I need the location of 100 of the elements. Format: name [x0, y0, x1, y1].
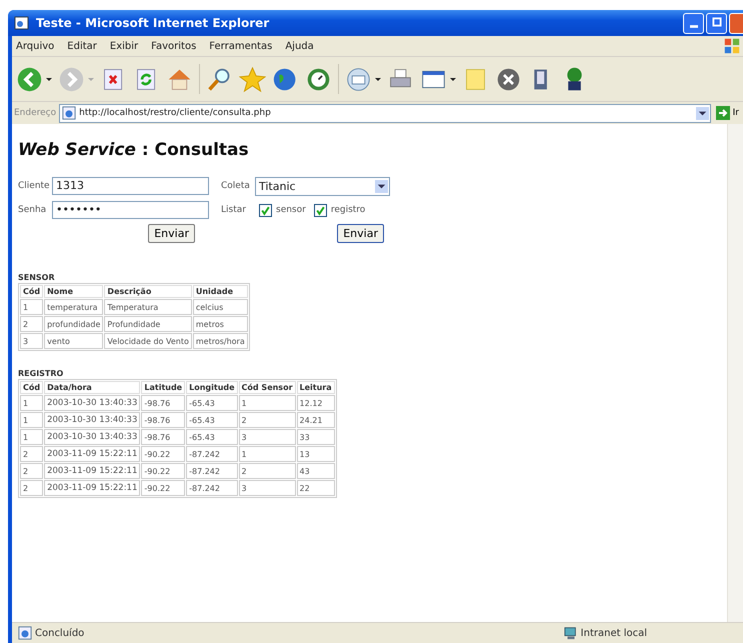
table-cell: 1: [20, 429, 44, 445]
table-cell: metros: [192, 316, 248, 332]
circle-x-icon[interactable]: [495, 66, 522, 92]
maximize-button[interactable]: [706, 12, 727, 34]
table-cell: -87.242: [186, 480, 238, 496]
table-cell: 22: [296, 480, 335, 496]
star-icon[interactable]: [239, 66, 266, 92]
table-cell: -98.76: [141, 412, 186, 428]
table-cell: 2: [20, 480, 44, 496]
table-cell: -65.43: [186, 429, 238, 445]
submit-button[interactable]: Enviar: [337, 224, 384, 243]
table-cell: Temperatura: [104, 299, 192, 315]
column-header: Descrição: [104, 285, 192, 298]
table-cell: 43: [296, 463, 335, 479]
checkbox[interactable]: [259, 204, 272, 216]
table-cell: 1: [238, 395, 296, 411]
table-cell: 2: [20, 463, 44, 479]
table-cell: 12.12: [296, 395, 335, 411]
table-cell: 33: [296, 429, 335, 445]
field-label: Cliente: [18, 181, 48, 191]
menu-item[interactable]: Ajuda: [285, 40, 314, 52]
table-cell: 2: [20, 316, 44, 332]
table-cell: Velocidade do Vento: [104, 333, 192, 349]
menu-item[interactable]: Exibir: [110, 40, 138, 52]
table-cell: 2: [238, 412, 296, 428]
column-header: Data/hora: [44, 381, 140, 394]
table-cell: -98.76: [141, 429, 186, 445]
menu-item[interactable]: Favoritos: [151, 40, 196, 52]
select-field[interactable]: Titanic: [255, 176, 390, 196]
checkbox-label: registro: [330, 205, 366, 215]
table-cell: 2: [20, 446, 44, 462]
column-header: Unidade: [192, 285, 248, 298]
column-header: Latitude: [141, 381, 186, 394]
menu-item[interactable]: Ferramentas: [209, 40, 272, 52]
table-cell: 2003-11-09 15:22:11: [44, 463, 140, 479]
input-field[interactable]: 1313: [52, 177, 209, 195]
table-cell: 3: [20, 333, 44, 349]
table-cell: metros/hora: [192, 333, 248, 349]
column-header: Nome: [44, 285, 104, 298]
window-title: Teste - Microsoft Internet Explorer: [36, 16, 270, 30]
table-cell: -98.76: [141, 395, 186, 411]
submit-button[interactable]: Enviar: [148, 224, 195, 243]
table-cell: 1: [20, 299, 44, 315]
table-cell: -87.242: [186, 446, 238, 462]
table-cell: Profundidade: [104, 316, 192, 332]
table-title: REGISTRO: [18, 369, 64, 378]
table-cell: 3: [238, 429, 296, 445]
table-cell: 2: [238, 463, 296, 479]
table-cell: -65.43: [186, 412, 238, 428]
table-cell: vento: [44, 333, 104, 349]
table-cell: 24.21: [296, 412, 335, 428]
address-label: Endereço: [14, 108, 56, 118]
table-cell: temperatura: [44, 299, 104, 315]
field-label: Senha: [18, 205, 48, 215]
page-icon: [62, 106, 76, 120]
checkbox-label: sensor: [276, 205, 306, 215]
table-cell: 2003-10-30 13:40:33: [44, 429, 140, 445]
field-label: Listar: [221, 205, 247, 215]
table-cell: -90.22: [141, 463, 186, 479]
menu-item[interactable]: Editar: [67, 40, 97, 52]
close-button[interactable]: [729, 12, 743, 34]
table-cell: 2003-10-30 13:40:33: [44, 412, 140, 428]
page-icon: [14, 15, 30, 31]
page-icon: [18, 626, 32, 640]
column-header: Leitura: [296, 381, 335, 394]
table-cell: 1: [20, 395, 44, 411]
scrollbar[interactable]: [727, 124, 743, 622]
table-cell: 13: [296, 446, 335, 462]
clock-icon[interactable]: [305, 66, 332, 92]
table-cell: profundidade: [44, 316, 104, 332]
table-cell: 2003-10-30 13:40:33: [44, 395, 140, 411]
minimize-button[interactable]: [683, 12, 704, 34]
table-cell: -87.242: [186, 463, 238, 479]
address-field[interactable]: http://localhost/restro/cliente/consulta.php: [59, 104, 711, 122]
zone-text: Intranet local: [580, 628, 647, 638]
checkbox[interactable]: [314, 204, 327, 216]
maximize-icon: [710, 16, 722, 28]
dropdown-arrow-icon[interactable]: [46, 76, 52, 82]
computer-icon: [564, 626, 578, 640]
table-cell: 3: [238, 480, 296, 496]
table-cell: 1: [20, 412, 44, 428]
table-cell: celcius: [192, 299, 248, 315]
dropdown-arrow-icon[interactable]: [375, 76, 381, 82]
column-header: Cód: [20, 381, 44, 394]
field-label: Coleta: [221, 181, 251, 191]
column-header: Cód Sensor: [238, 381, 296, 394]
table-cell: -90.22: [141, 446, 186, 462]
table-cell: -90.22: [141, 480, 186, 496]
minimize-icon: [690, 24, 698, 28]
windows-logo-icon: [723, 37, 741, 55]
status-text: Concluído: [35, 628, 84, 638]
column-header: Longitude: [186, 381, 238, 394]
input-field[interactable]: •••••••: [52, 201, 209, 219]
table-title: SENSOR: [18, 273, 56, 282]
table-cell: 1: [238, 446, 296, 462]
page-heading: Web Service : Consultas: [18, 140, 250, 160]
dropdown-arrow-icon[interactable]: [450, 76, 456, 82]
column-header: Cód: [20, 285, 44, 298]
menu-item[interactable]: Arquivo: [16, 40, 54, 52]
table-cell: 2003-11-09 15:22:11: [44, 480, 140, 496]
